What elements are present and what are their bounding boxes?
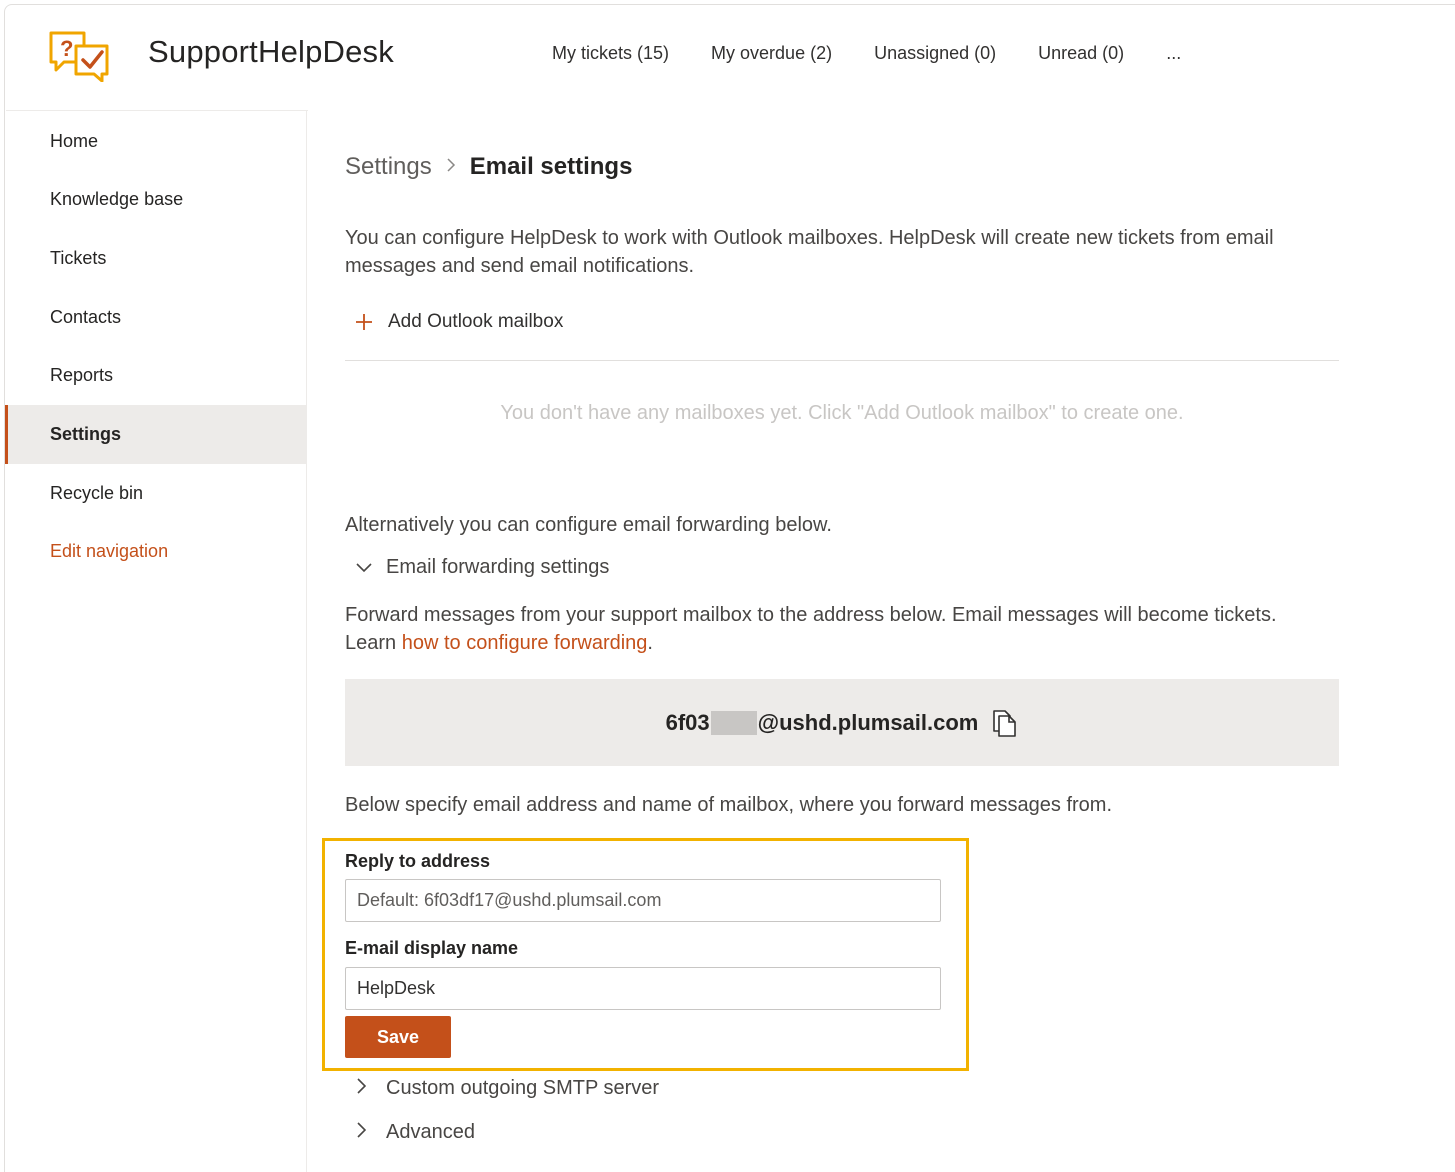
- forward-text: Forward messages from your support mailb…: [345, 604, 1277, 626]
- display-name-input[interactable]: [345, 967, 941, 1010]
- alternative-text: Alternatively you can configure email fo…: [345, 514, 832, 536]
- topnav-my-overdue[interactable]: My overdue (2): [711, 43, 832, 64]
- reply-address-input[interactable]: [345, 879, 941, 922]
- intro-text: You can configure HelpDesk to work with …: [345, 227, 1274, 277]
- redacted-mask: [710, 710, 757, 735]
- breadcrumb: Settings Email settings: [345, 153, 632, 181]
- configure-forwarding-link[interactable]: how to configure forwarding: [402, 632, 648, 654]
- chevron-right-icon: [356, 1077, 372, 1100]
- forward-address-suffix: @ushd.plumsail.com: [757, 709, 979, 735]
- breadcrumb-chevron-icon: [446, 156, 456, 179]
- sidebar-item-knowledge-base[interactable]: Knowledge base: [5, 170, 307, 229]
- logo-icon: ?: [49, 31, 109, 82]
- empty-mailboxes-message: You don't have any mailboxes yet. Click …: [500, 402, 1184, 424]
- forward-address-box: 6f03 @ushd.plumsail.com: [345, 679, 1339, 766]
- sidebar-item-tickets[interactable]: Tickets: [5, 229, 307, 288]
- display-name-label: E-mail display name: [345, 938, 519, 958]
- chevron-right-icon: [356, 1121, 372, 1144]
- reply-address-label: Reply to address: [345, 851, 491, 871]
- svg-text:?: ?: [60, 36, 73, 61]
- edit-navigation-link[interactable]: Edit navigation: [5, 522, 307, 581]
- learn-prefix: Learn: [345, 632, 402, 654]
- chevron-down-icon: [356, 556, 372, 579]
- email-forwarding-toggle[interactable]: Email forwarding settings: [356, 556, 609, 579]
- save-button[interactable]: Save: [345, 1016, 451, 1058]
- add-outlook-mailbox-label: Add Outlook mailbox: [388, 311, 564, 332]
- topnav-unread[interactable]: Unread (0): [1038, 43, 1124, 64]
- app-title: SupportHelpDesk: [148, 34, 394, 69]
- sidebar-item-recycle-bin[interactable]: Recycle bin: [5, 464, 307, 523]
- topnav-my-tickets[interactable]: My tickets (15): [552, 43, 669, 64]
- advanced-label: Advanced: [386, 1121, 475, 1143]
- sidebar-item-contacts[interactable]: Contacts: [5, 288, 307, 347]
- forward-address-prefix: 6f03: [665, 709, 710, 735]
- forward-instructions: Forward messages from your support mailb…: [345, 601, 1345, 657]
- advanced-toggle[interactable]: Advanced: [356, 1121, 475, 1144]
- email-forwarding-label: Email forwarding settings: [386, 556, 610, 578]
- smtp-server-label: Custom outgoing SMTP server: [386, 1077, 660, 1099]
- topnav-more-button[interactable]: ...: [1166, 43, 1181, 64]
- plus-icon: [354, 312, 374, 332]
- top-navigation: My tickets (15) My overdue (2) Unassigne…: [552, 43, 1223, 64]
- add-outlook-mailbox-button[interactable]: Add Outlook mailbox: [354, 311, 563, 333]
- sidebar-item-reports[interactable]: Reports: [5, 346, 307, 405]
- topnav-unassigned[interactable]: Unassigned (0): [874, 43, 996, 64]
- section-divider: [345, 360, 1339, 361]
- sidebar-item-settings[interactable]: Settings: [5, 405, 307, 464]
- sidebar: Home Knowledge base Tickets Contacts Rep…: [5, 111, 307, 1172]
- copy-icon[interactable]: [992, 709, 1018, 737]
- below-instructions: Below specify email address and name of …: [345, 794, 1113, 816]
- learn-suffix: .: [647, 632, 653, 654]
- page-title: Email settings: [469, 153, 633, 180]
- breadcrumb-settings-link[interactable]: Settings: [345, 153, 432, 181]
- smtp-server-toggle[interactable]: Custom outgoing SMTP server: [356, 1077, 659, 1100]
- sidebar-item-home[interactable]: Home: [5, 112, 307, 171]
